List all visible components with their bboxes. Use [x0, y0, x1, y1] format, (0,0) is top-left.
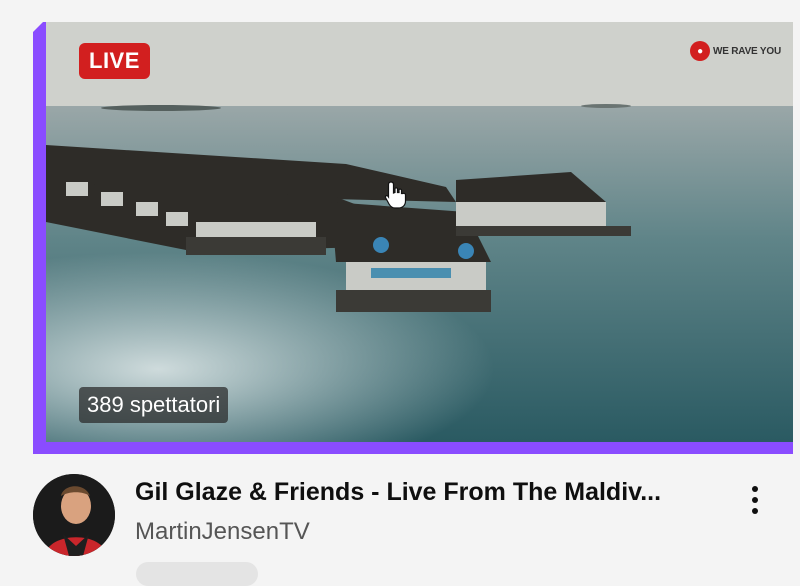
- watermark-text: WE RAVE YOU: [713, 45, 781, 57]
- video-thumbnail[interactable]: LIVE ● WE RAVE YOU 389 spettatori: [46, 22, 793, 442]
- more-vertical-icon[interactable]: [745, 484, 765, 516]
- video-title[interactable]: Gil Glaze & Friends - Live From The Mald…: [135, 478, 661, 507]
- watermark-logo-icon: ●: [690, 41, 710, 61]
- video-card[interactable]: LIVE ● WE RAVE YOU 389 spettatori: [33, 22, 800, 454]
- live-badge: LIVE: [79, 43, 150, 79]
- thumbnail-scene: [46, 22, 793, 442]
- channel-name[interactable]: MartinJensenTV: [135, 518, 310, 546]
- badge-placeholder: [136, 562, 258, 586]
- viewer-count: 389 spettatori: [79, 387, 229, 423]
- channel-avatar[interactable]: [33, 474, 115, 556]
- video-details: Gil Glaze & Friends - Live From The Mald…: [33, 474, 800, 586]
- channel-watermark: ● WE RAVE YOU: [690, 41, 781, 61]
